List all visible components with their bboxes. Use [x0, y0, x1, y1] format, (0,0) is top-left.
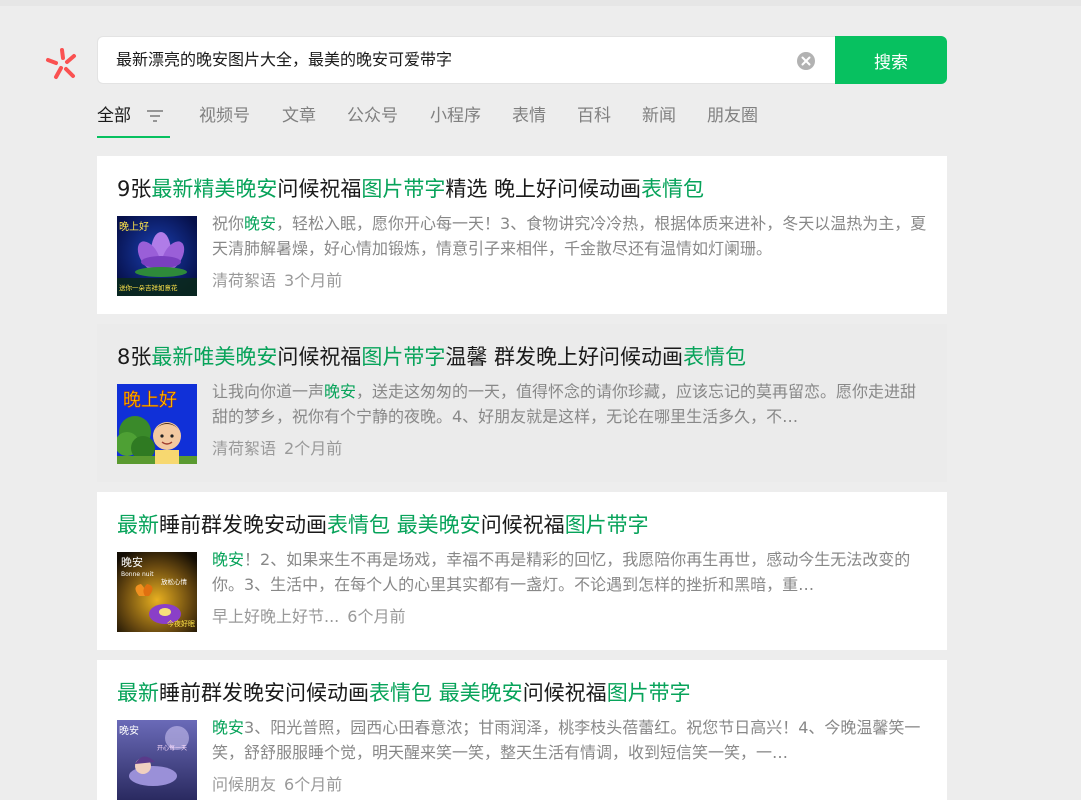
- highlighted-keyword: 图片带字: [361, 345, 446, 369]
- tab-channels[interactable]: 视频号: [199, 102, 250, 138]
- search-results-page: 搜索 全部 视频号 文章 公众号 小程序 表情 百科 新闻 朋友圈 9张最新精美…: [0, 6, 1081, 800]
- search-input[interactable]: [116, 37, 776, 83]
- thumb-caption: 送你一朵吉祥如意花: [119, 283, 178, 292]
- thumb-side-text: 开心每一天: [157, 744, 187, 752]
- thumb-text: 晚安: [119, 724, 139, 737]
- result-time: 2个月前: [284, 439, 343, 458]
- highlighted-keyword: 晚安: [212, 550, 245, 569]
- text-segment: 问候祝福: [480, 513, 565, 537]
- text-segment: 9张: [117, 177, 152, 201]
- result-meta: 问候朋友 6个月前: [212, 773, 342, 797]
- lotus-image-thumbnail[interactable]: 晚上好 送你一朵吉祥如意花: [117, 216, 197, 296]
- thumb-text: 晚上好: [123, 390, 177, 411]
- result-meta: 清荷絮语 3个月前: [212, 269, 342, 293]
- active-tab-indicator: [97, 136, 170, 138]
- highlighted-keyword: 最新: [117, 681, 159, 705]
- tab-official-accounts[interactable]: 公众号: [347, 102, 398, 138]
- butterfly-image-thumbnail[interactable]: 晚安 Bonne nuit 放松心情 今夜好眠: [117, 552, 197, 632]
- child-image-thumbnail[interactable]: 晚上好: [117, 384, 197, 464]
- filter-icon[interactable]: [145, 108, 165, 124]
- text-segment: 8张: [117, 345, 152, 369]
- highlighted-keyword: 最美晚安: [396, 513, 481, 537]
- highlighted-keyword: 晚安: [324, 382, 357, 401]
- thumb-text: 晚安: [121, 555, 143, 569]
- category-tabs: 全部 视频号 文章 公众号 小程序 表情 百科 新闻 朋友圈: [97, 102, 947, 138]
- clear-input-icon[interactable]: [796, 51, 816, 71]
- text-segment: 温馨 群发晚上好问候动画: [445, 345, 684, 369]
- tab-all[interactable]: 全部: [97, 102, 170, 138]
- tab-moments[interactable]: 朋友圈: [707, 102, 758, 138]
- result-meta: 早上好晚上好节... 6个月前: [212, 605, 405, 629]
- result-time: 3个月前: [284, 271, 343, 290]
- lotus-image: 晚上好 送你一朵吉祥如意花: [117, 216, 197, 296]
- result-time: 6个月前: [284, 775, 343, 794]
- highlighted-keyword: 图片带字: [361, 177, 446, 201]
- highlighted-keyword: 表情包: [369, 681, 432, 705]
- thumb-subtext: Bonne nuit: [121, 571, 154, 578]
- fairy-image-thumbnail[interactable]: 晚安 开心每一天: [117, 720, 197, 800]
- result-card[interactable]: 9张最新精美晚安问候祝福图片带字精选 晚上好问候动画表情包 晚上好 送你一朵吉祥…: [97, 156, 947, 314]
- thumb-text: 晚上好: [119, 221, 149, 233]
- result-card[interactable]: 最新睡前群发晚安问候动画表情包 最美晚安问候祝福图片带字 晚安 开心每一天 晚安…: [97, 660, 947, 800]
- thumb-side-text: 放松心情: [161, 577, 188, 586]
- highlighted-keyword: 最新唯美晚安: [151, 345, 278, 369]
- fairy-image: 晚安 开心每一天: [117, 720, 197, 800]
- highlighted-keyword: 最新: [117, 513, 159, 537]
- thumb-caption: 今夜好眠: [167, 619, 195, 628]
- highlighted-keyword: 晚安: [212, 718, 245, 737]
- wechat-search-logo-icon[interactable]: [44, 46, 80, 82]
- text-segment: 睡前群发晚安问候动画: [159, 681, 369, 705]
- text-segment: 3、阳光普照，园西心田春意浓；甘雨润泽，桃李枝头蓓蕾红。祝您节日高兴！4、今晚温…: [212, 718, 921, 762]
- text-segment: 祝你: [212, 214, 245, 233]
- result-time: 6个月前: [347, 607, 406, 626]
- highlighted-keyword: 图片带字: [606, 681, 691, 705]
- result-source[interactable]: 问候朋友: [212, 775, 276, 794]
- highlighted-keyword: 晚安: [244, 214, 277, 233]
- text-segment: [432, 681, 439, 705]
- text-segment: [390, 513, 397, 537]
- result-description: 晚安！2、如果来生不再是场戏，幸福不再是精彩的回忆，我愿陪你再生再世，感动今生无…: [212, 547, 928, 597]
- result-source[interactable]: 早上好晚上好节...: [212, 607, 339, 626]
- highlighted-keyword: 最美晚安: [438, 681, 523, 705]
- result-description: 让我向你道一声晚安，送走这匆匆的一天，值得怀念的请你珍藏，应该忘记的莫再留恋。愿…: [212, 379, 928, 429]
- text-segment: 睡前群发晚安动画: [159, 513, 327, 537]
- tab-mini-programs[interactable]: 小程序: [430, 102, 481, 138]
- butterfly-image: 晚安 Bonne nuit 放松心情 今夜好眠: [117, 552, 197, 632]
- highlighted-keyword: 最新精美晚安: [151, 177, 278, 201]
- child-image: 晚上好: [117, 384, 197, 464]
- result-title[interactable]: 最新睡前群发晚安动画表情包 最美晚安问候祝福图片带字: [117, 510, 937, 540]
- text-segment: ，轻松入眠，愿你开心每一天！3、食物讲究冷冷热，根据体质来进补，冬天以温热为主，…: [212, 214, 927, 258]
- text-segment: 精选 晚上好问候动画: [445, 177, 642, 201]
- result-card[interactable]: 8张最新唯美晚安问候祝福图片带字温馨 群发晚上好问候动画表情包 晚上好 让我向你…: [97, 324, 947, 482]
- result-source[interactable]: 清荷絮语: [212, 271, 276, 290]
- text-segment: 问候祝福: [277, 345, 362, 369]
- text-segment: 让我向你道一声: [212, 382, 325, 401]
- highlighted-keyword: 表情包: [327, 513, 390, 537]
- result-description: 祝你晚安，轻松入眠，愿你开心每一天！3、食物讲究冷冷热，根据体质来进补，冬天以温…: [212, 211, 928, 261]
- highlighted-keyword: 表情包: [641, 177, 705, 201]
- text-segment: 问候祝福: [277, 177, 362, 201]
- tab-encyclopedia[interactable]: 百科: [577, 102, 611, 138]
- tab-label: 全部: [97, 106, 131, 126]
- result-meta: 清荷絮语 2个月前: [212, 437, 342, 461]
- search-button[interactable]: 搜索: [835, 36, 947, 84]
- result-source[interactable]: 清荷絮语: [212, 439, 276, 458]
- result-title[interactable]: 最新睡前群发晚安问候动画表情包 最美晚安问候祝福图片带字: [117, 678, 937, 708]
- tab-stickers[interactable]: 表情: [512, 102, 546, 138]
- text-segment: ！2、如果来生不再是场戏，幸福不再是精彩的回忆，我愿陪你再生再世，感动今生无法改…: [212, 550, 911, 594]
- result-card[interactable]: 最新睡前群发晚安动画表情包 最美晚安问候祝福图片带字 晚安 Bonne nuit…: [97, 492, 947, 650]
- text-segment: 问候祝福: [522, 681, 607, 705]
- search-box: [97, 36, 835, 84]
- tab-news[interactable]: 新闻: [642, 102, 676, 138]
- highlighted-keyword: 表情包: [683, 345, 747, 369]
- result-description: 晚安3、阳光普照，园西心田春意浓；甘雨润泽，桃李枝头蓓蕾红。祝您节日高兴！4、今…: [212, 715, 928, 765]
- result-title[interactable]: 8张最新唯美晚安问候祝福图片带字温馨 群发晚上好问候动画表情包: [117, 342, 937, 372]
- result-title[interactable]: 9张最新精美晚安问候祝福图片带字精选 晚上好问候动画表情包: [117, 174, 937, 204]
- tab-articles[interactable]: 文章: [282, 102, 316, 138]
- highlighted-keyword: 图片带字: [564, 513, 649, 537]
